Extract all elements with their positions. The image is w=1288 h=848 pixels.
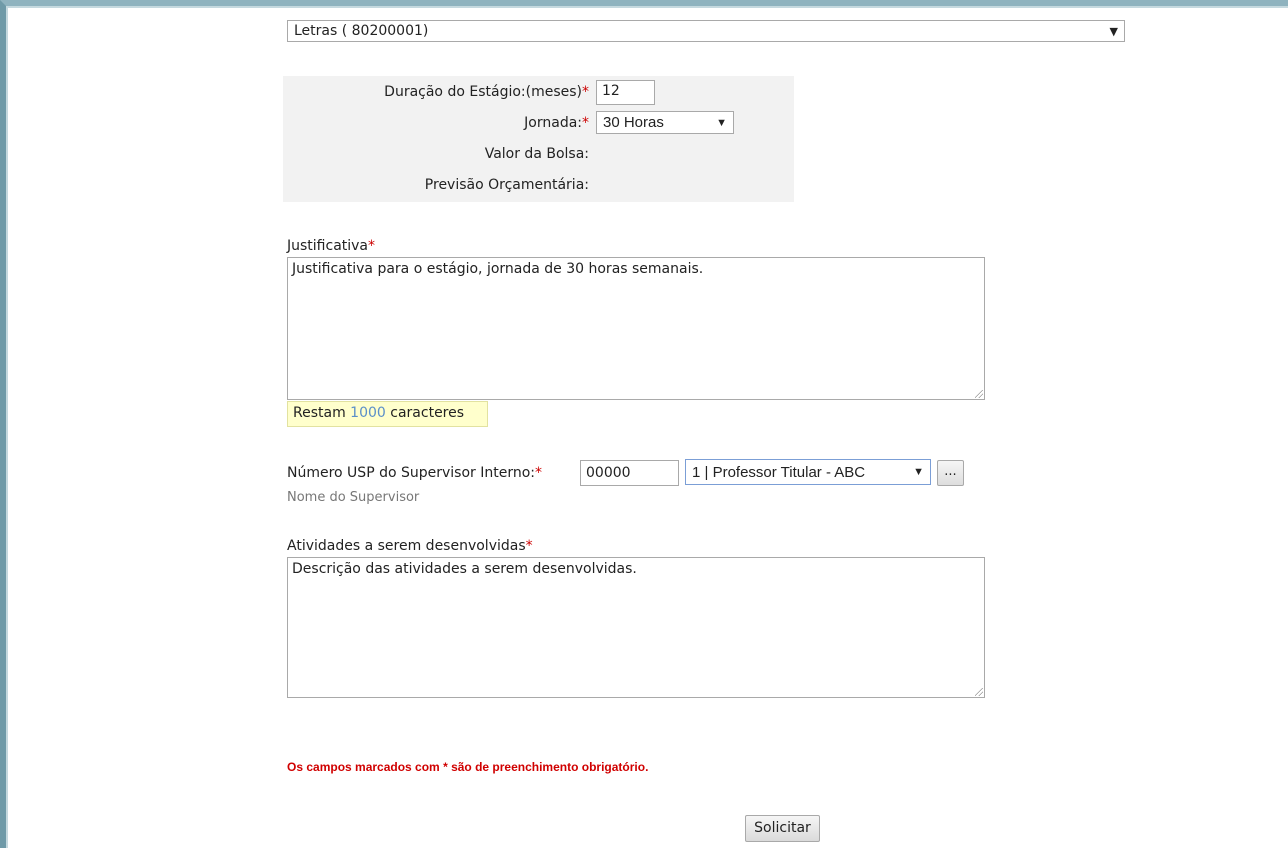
required-marker: * — [525, 538, 533, 554]
required-marker: * — [582, 84, 589, 100]
chevron-down-icon: ▼ — [716, 116, 727, 129]
char-counter-value: 1000 — [350, 405, 386, 421]
justification-textarea[interactable]: Justificativa para o estágio, jornada de… — [287, 257, 985, 400]
duration-label: Duração do Estágio:(meses)* — [384, 84, 589, 100]
workload-select-value: 30 Horas — [603, 114, 664, 131]
required-marker: * — [582, 115, 589, 131]
activities-text: Descrição das atividades a serem desenvo… — [292, 561, 637, 577]
supervisor-usp-input[interactable]: 00000 — [580, 460, 679, 486]
resize-handle-icon[interactable] — [975, 390, 983, 398]
supervisor-select[interactable]: 1 | Professor Titular - ABC ▼ — [685, 459, 931, 485]
activities-textarea[interactable]: Descrição das atividades a serem desenvo… — [287, 557, 985, 698]
required-marker: * — [535, 465, 543, 481]
supervisor-lookup-button[interactable]: ... — [937, 460, 964, 486]
char-counter: Restam 1000 caracteres — [287, 401, 488, 427]
course-select-value: Letras ( 80200001) — [294, 23, 429, 39]
required-marker: * — [368, 238, 376, 254]
justification-text: Justificativa para o estágio, jornada de… — [292, 261, 704, 277]
budget-label: Previsão Orçamentária: — [424, 177, 589, 193]
supervisor-select-value: 1 | Professor Titular - ABC — [692, 463, 866, 481]
stipend-label: Valor da Bolsa: — [484, 146, 589, 162]
supervisor-usp-label: Número USP do Supervisor Interno:* — [287, 465, 543, 481]
internship-details-panel: Duração do Estágio:(meses)* 12 Jornada:*… — [283, 76, 794, 202]
chevron-down-icon: ▼ — [913, 466, 924, 478]
supervisor-name: Nome do Supervisor — [287, 490, 420, 505]
resize-handle-icon[interactable] — [975, 688, 983, 696]
workload-label: Jornada:* — [524, 115, 589, 131]
required-fields-note: Os campos marcados com * são de preenchi… — [287, 760, 649, 774]
chevron-down-icon: ▼ — [1109, 24, 1118, 38]
course-select[interactable]: Letras ( 80200001) ▼ — [287, 20, 1125, 42]
justification-label: Justificativa* — [287, 238, 376, 254]
duration-input[interactable]: 12 — [596, 80, 655, 105]
submit-button[interactable]: Solicitar — [745, 815, 820, 842]
activities-label: Atividades a serem desenvolvidas* — [287, 538, 533, 554]
workload-select[interactable]: 30 Horas ▼ — [596, 111, 734, 134]
